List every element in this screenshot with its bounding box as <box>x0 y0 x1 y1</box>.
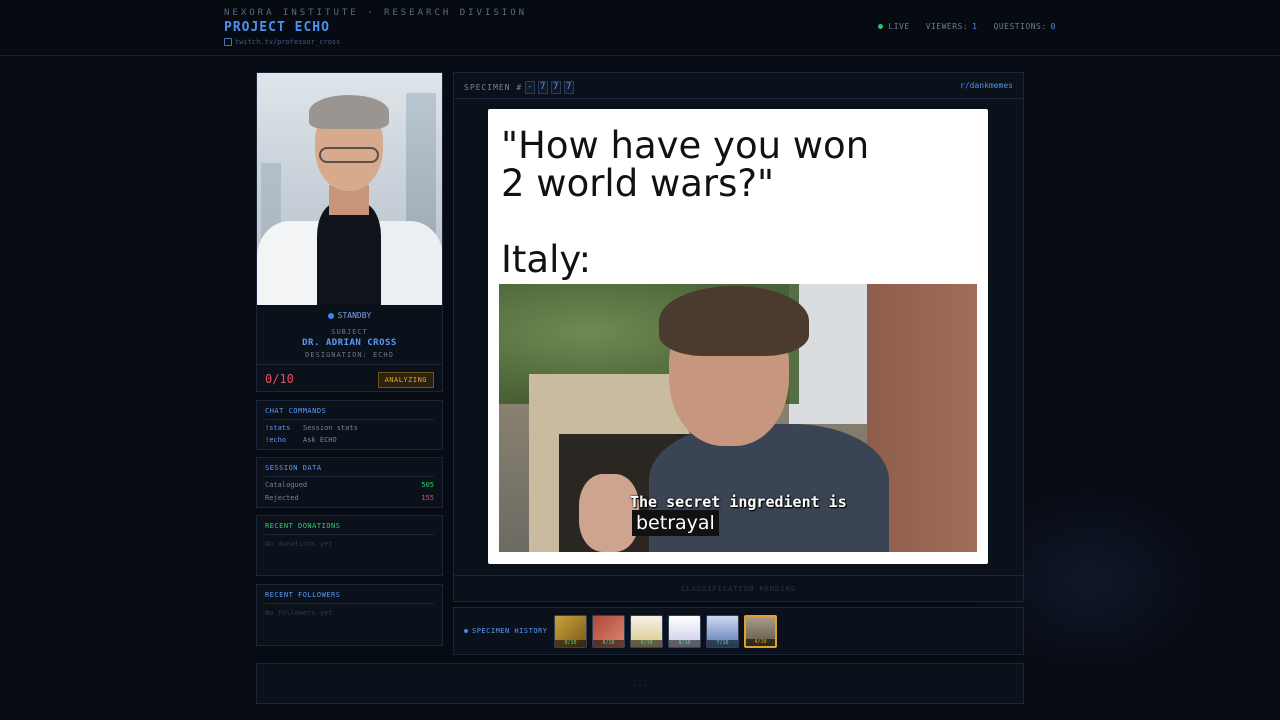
history-thumb[interactable]: 0/10 <box>554 615 587 648</box>
subject-label: SUBJECT <box>331 328 368 336</box>
specimen-panel: SPECIMEN # - 7 7 7 r/dankmemes "How have… <box>453 72 1024 602</box>
brand-subtitle: NEXORA INSTITUTE · RESEARCH DIVISION <box>224 8 528 18</box>
chat-commands-panel: CHAT COMMANDS !stats Session stats !echo A… <box>256 400 443 450</box>
twitch-icon <box>224 38 232 46</box>
empty-note: No followers yet <box>265 609 333 617</box>
history-thumb[interactable]: 7/10 <box>706 615 739 648</box>
panel-title: SESSION DATA <box>265 464 322 472</box>
subject-profile-card: STANDBY SUBJECT DR. ADRIAN CROSS DESIGNA… <box>256 72 443 392</box>
history-dot-icon <box>464 629 468 633</box>
history-thumb[interactable]: 8/10 <box>668 615 701 648</box>
recent-donations-panel: RECENT DONATIONS No donations yet <box>256 515 443 576</box>
specimen-number: SPECIMEN # - 7 7 7 <box>464 81 575 94</box>
history-thumb[interactable]: 6/10 <box>592 615 625 648</box>
specimen-digit: 7 <box>551 81 562 94</box>
meme-caption-middle: Italy: <box>501 238 592 281</box>
specimen-digit: 7 <box>564 81 575 94</box>
command-row: !echo Ask ECHO <box>265 436 337 444</box>
session-data-panel: SESSION DATA Catalogued 505 Rejected 155 <box>256 457 443 508</box>
specimen-header: SPECIMEN # - 7 7 7 r/dankmemes <box>454 73 1023 99</box>
questions-stat: QUESTIONS: 0 <box>993 22 1056 31</box>
subject-portrait <box>257 73 442 305</box>
classification-status: CLASSIFICATION PENDING <box>681 585 796 593</box>
meme-caption-top: "How have you won 2 world wars?" <box>501 124 870 205</box>
history-thumbnails: 0/10 6/10 0/10 8/10 7/10 4/10 <box>554 615 777 648</box>
classification-bar: CLASSIFICATION PENDING <box>454 575 1023 601</box>
specimen-history-panel: SPECIMEN HISTORY 0/10 6/10 0/10 8/10 7/1… <box>453 607 1024 655</box>
top-bar: NEXORA INSTITUTE · RESEARCH DIVISION PRO… <box>0 0 1280 56</box>
channel-link-text: twitch.tv/professor_cross <box>235 38 341 46</box>
analyzing-badge: ANALYZING <box>377 372 434 388</box>
session-row-rejected: Rejected 155 <box>265 494 434 502</box>
subject-name: DR. ADRIAN CROSS <box>302 338 397 348</box>
channel-link[interactable]: twitch.tv/professor_cross <box>224 38 340 46</box>
status-dot-icon <box>327 312 334 319</box>
stream-stats: LIVE VIEWERS: 1 QUESTIONS: 0 <box>878 22 1056 31</box>
history-label: SPECIMEN HISTORY <box>464 627 547 635</box>
brand-title: PROJECT ECHO <box>224 20 330 35</box>
subtitle-line-2: betrayal <box>632 510 719 536</box>
session-row-catalogued: Catalogued 505 <box>265 481 434 489</box>
panel-title: RECENT FOLLOWERS <box>265 591 341 599</box>
viewers-stat: VIEWERS: 1 <box>925 22 978 31</box>
meme-image: "How have you won 2 world wars?" Italy: … <box>488 109 988 564</box>
score-row: 0/10 ANALYZING <box>257 364 442 392</box>
response-text: ... <box>632 679 648 688</box>
specimen-digit: - <box>525 81 536 94</box>
current-score: 0/10 <box>265 372 294 386</box>
subject-designation: DESIGNATION: ECHO <box>305 351 394 359</box>
empty-note: No donations yet <box>265 540 333 548</box>
response-bar: ... <box>256 663 1024 704</box>
panel-title: RECENT DONATIONS <box>265 522 341 530</box>
history-thumb[interactable]: 0/10 <box>630 615 663 648</box>
status-indicator: STANDBY <box>257 311 442 320</box>
panel-title: CHAT COMMANDS <box>265 407 327 415</box>
specimen-digit: 7 <box>538 81 549 94</box>
live-dot-icon <box>878 24 884 29</box>
subtitle-line-1: The secret ingredient is <box>630 493 847 511</box>
command-row: !stats Session stats <box>265 424 358 432</box>
live-indicator: LIVE <box>878 22 909 31</box>
recent-followers-panel: RECENT FOLLOWERS No followers yet <box>256 584 443 646</box>
subreddit-link[interactable]: r/dankmemes <box>960 81 1013 90</box>
meme-photo: The secret ingredient is betrayal <box>499 284 977 552</box>
history-thumb-active[interactable]: 4/10 <box>744 615 777 648</box>
